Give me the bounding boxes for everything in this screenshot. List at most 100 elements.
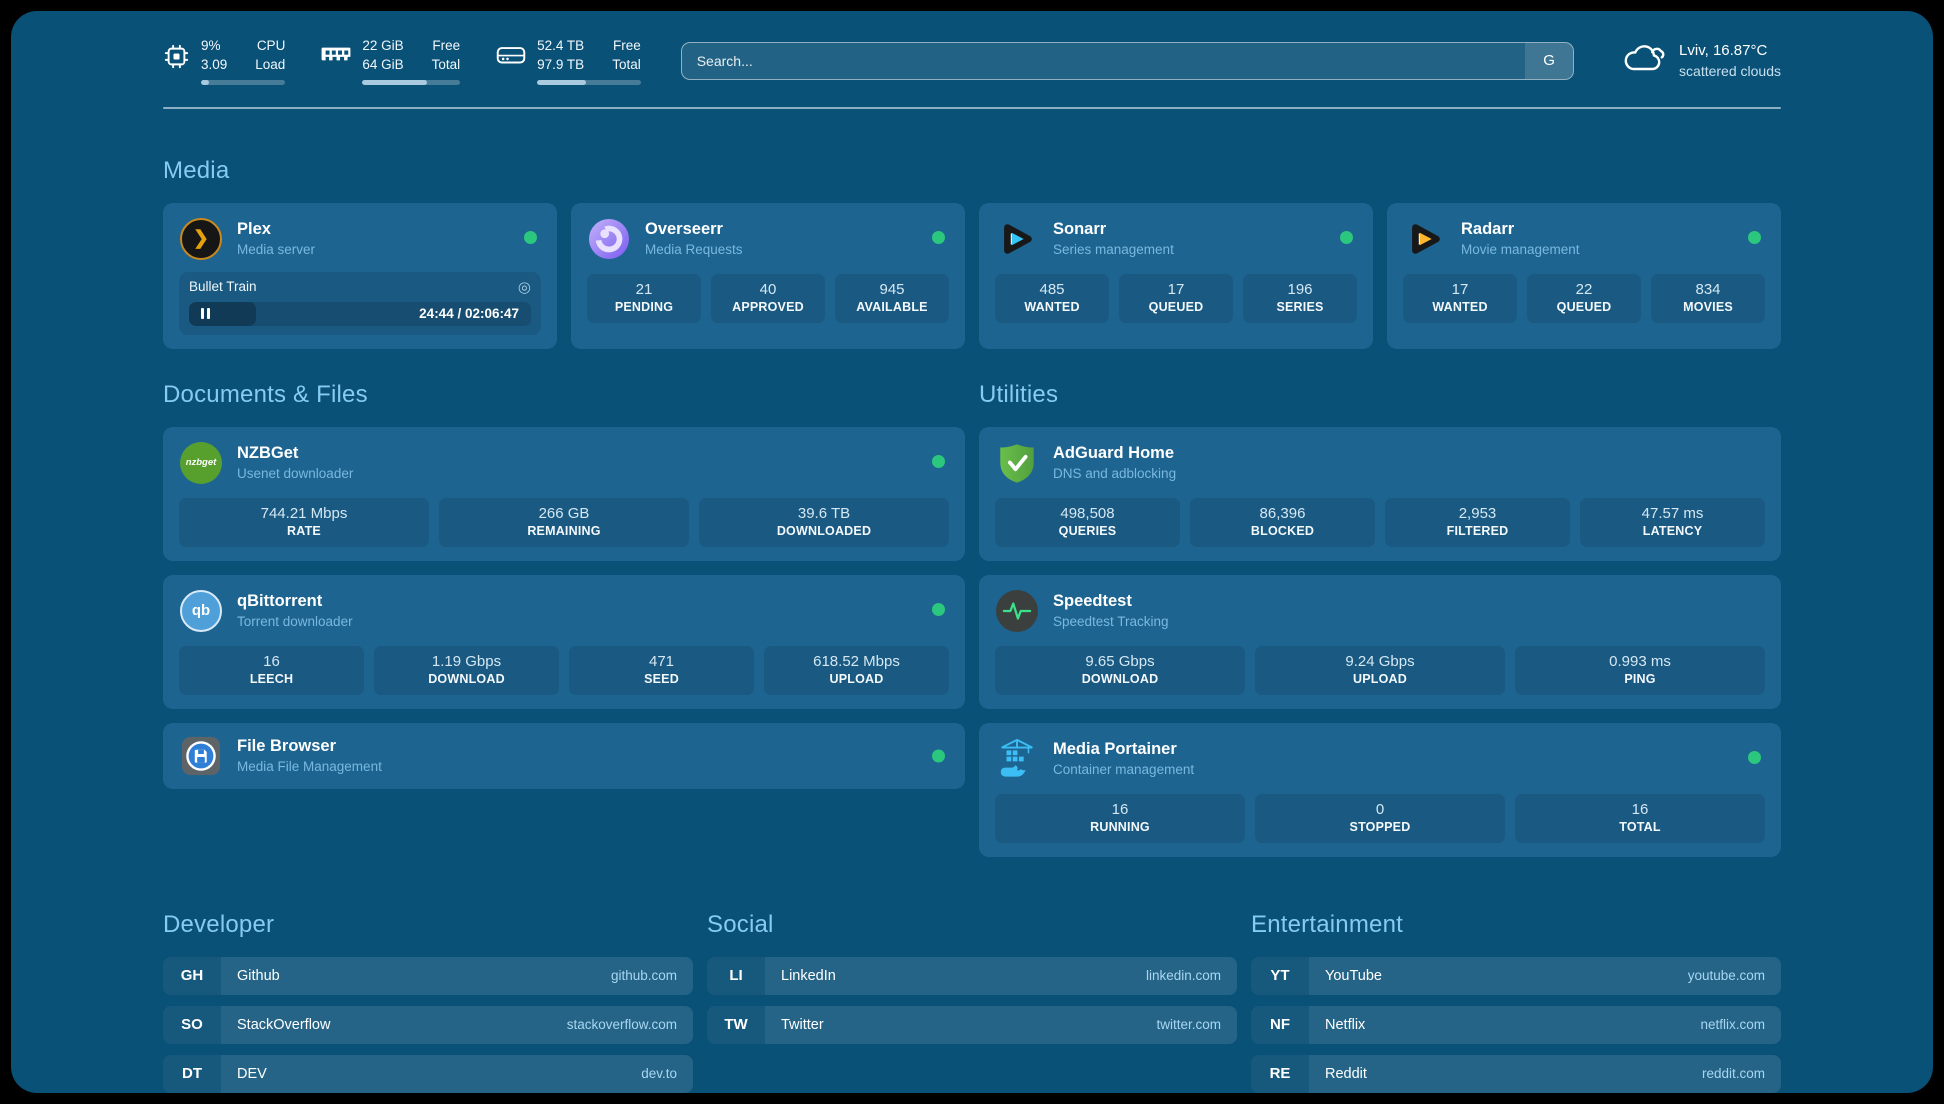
status-dot <box>1748 231 1761 244</box>
stat-value: 498,508 <box>999 505 1176 522</box>
qbittorrent-card[interactable]: qb qBittorrent Torrent downloader 16 LEE… <box>163 575 965 709</box>
stat-box: 618.52 Mbps UPLOAD <box>764 646 949 695</box>
plex-card[interactable]: ❯ Plex Media server Bullet Train ◎ <box>163 203 557 349</box>
service-subtitle: Media server <box>237 241 315 259</box>
radarr-texts: Radarr Movie management <box>1461 219 1580 259</box>
cpu-usage-value: 9% <box>201 37 227 56</box>
status-dot <box>1748 751 1761 764</box>
stat-label: DOWNLOAD <box>378 672 555 686</box>
radarr-card[interactable]: Radarr Movie management 17 WANTED 22 QUE… <box>1387 203 1781 349</box>
speedtest-card[interactable]: Speedtest Speedtest Tracking 9.65 Gbps D… <box>979 575 1781 709</box>
bookmark-abbr: SO <box>163 1006 221 1044</box>
overseerr-icon <box>587 217 631 261</box>
bookmark-netflix[interactable]: NF Netflix netflix.com <box>1251 1006 1781 1044</box>
speedtest-icon-wrap <box>995 589 1039 633</box>
bookmark-main: Twitter twitter.com <box>765 1006 1237 1044</box>
stat-value: 39.6 TB <box>703 505 945 522</box>
service-subtitle: Media File Management <box>237 758 382 776</box>
stat-label: PENDING <box>591 300 697 314</box>
documents-cards: nzbget NZBGet Usenet downloader 744.21 M… <box>163 427 965 789</box>
qbittorrent-icon-wrap: qb <box>179 589 223 633</box>
portainer-texts: Media Portainer Container management <box>1053 739 1194 779</box>
service-title: Plex <box>237 219 315 240</box>
playback-time: 24:44 / 02:06:47 <box>419 306 519 321</box>
bookmark-abbr: NF <box>1251 1006 1309 1044</box>
memory-stat-body: 22 GiB 64 GiB Free Total <box>362 37 460 85</box>
service-subtitle: Series management <box>1053 241 1174 259</box>
stat-box: 945 AVAILABLE <box>835 274 949 323</box>
bookmark-linkedin[interactable]: LI LinkedIn linkedin.com <box>707 957 1237 995</box>
adguard-stats: 498,508 QUERIES 86,396 BLOCKED 2,953 FIL… <box>995 498 1765 547</box>
weather-widget: Lviv, 16.87°C scattered clouds <box>1622 41 1781 80</box>
stat-value: 744.21 Mbps <box>183 505 425 522</box>
bookmark-name: DEV <box>237 1066 267 1082</box>
stat-value: 1.19 Gbps <box>378 653 555 670</box>
bookmark-reddit[interactable]: RE Reddit reddit.com <box>1251 1055 1781 1093</box>
bookmark-youtube[interactable]: YT YouTube youtube.com <box>1251 957 1781 995</box>
search-engine-button[interactable]: G <box>1525 43 1573 79</box>
bookmark-stackoverflow[interactable]: SO StackOverflow stackoverflow.com <box>163 1006 693 1044</box>
sonarr-icon <box>995 217 1039 261</box>
bookmark-abbr: DT <box>163 1055 221 1093</box>
bookmark-url: linkedin.com <box>1146 968 1221 983</box>
bookmark-main: LinkedIn linkedin.com <box>765 957 1237 995</box>
pause-icon[interactable] <box>201 308 210 319</box>
qbittorrent-texts: qBittorrent Torrent downloader <box>237 591 353 631</box>
entertainment-rows: YT YouTube youtube.com NF Netflix netfli… <box>1251 957 1781 1093</box>
status-dot <box>932 603 945 616</box>
stat-label: RATE <box>183 524 425 538</box>
speedtest-card-head: Speedtest Speedtest Tracking <box>995 589 1765 633</box>
stat-box: 39.6 TB DOWNLOADED <box>699 498 949 547</box>
bookmark-main: Netflix netflix.com <box>1309 1006 1781 1044</box>
search-bar[interactable]: G <box>681 42 1574 80</box>
stat-label: SERIES <box>1247 300 1353 314</box>
cpu-progress-fill <box>201 80 209 85</box>
qbittorrent-card-head: qb qBittorrent Torrent downloader <box>179 589 949 633</box>
filebrowser-card[interactable]: File Browser Media File Management <box>163 723 965 789</box>
overseerr-card[interactable]: Overseerr Media Requests 21 PENDING 40 A… <box>571 203 965 349</box>
disk-free-label: Free <box>612 37 641 56</box>
stat-value: 9.24 Gbps <box>1259 653 1501 670</box>
bookmark-main: DEV dev.to <box>221 1055 693 1093</box>
stat-value: 17 <box>1407 281 1513 298</box>
speedtest-icon <box>996 590 1038 632</box>
stat-box: 744.21 Mbps RATE <box>179 498 429 547</box>
media-section: Media ❯ Plex Media server Bullet Train <box>163 157 1781 349</box>
playback-progress-bar[interactable]: 24:44 / 02:06:47 <box>189 302 531 326</box>
stat-label: APPROVED <box>715 300 821 314</box>
top-bar: 9% 3.09 CPU Load <box>163 37 1781 85</box>
stat-value: 86,396 <box>1194 505 1371 522</box>
disk-total-value: 97.9 TB <box>537 56 584 75</box>
filebrowser-icon <box>179 734 223 778</box>
stat-box: 21 PENDING <box>587 274 701 323</box>
nzbget-card[interactable]: nzbget NZBGet Usenet downloader 744.21 M… <box>163 427 965 561</box>
bookmark-twitter[interactable]: TW Twitter twitter.com <box>707 1006 1237 1044</box>
sonarr-card[interactable]: Sonarr Series management 485 WANTED 17 Q… <box>979 203 1373 349</box>
bookmark-abbr: YT <box>1251 957 1309 995</box>
documents-section-title: Documents & Files <box>163 381 965 409</box>
developer-rows: GH Github github.com SO StackOverflow st… <box>163 957 693 1093</box>
filebrowser-card-head: File Browser Media File Management <box>179 734 949 778</box>
stat-label: WANTED <box>1407 300 1513 314</box>
nzbget-card-head: nzbget NZBGet Usenet downloader <box>179 441 949 485</box>
media-grid: ❯ Plex Media server Bullet Train ◎ <box>163 203 1781 349</box>
stat-value: 0 <box>1259 801 1501 818</box>
service-title: Media Portainer <box>1053 739 1194 760</box>
bookmark-url: twitter.com <box>1156 1017 1221 1032</box>
radarr-stats: 17 WANTED 22 QUEUED 834 MOVIES <box>1403 274 1765 323</box>
now-playing-title: Bullet Train <box>189 279 257 294</box>
stat-value: 9.65 Gbps <box>999 653 1241 670</box>
weather-condition: scattered clouds <box>1679 62 1781 81</box>
stat-box: 1.19 Gbps DOWNLOAD <box>374 646 559 695</box>
portainer-card[interactable]: Media Portainer Container management 16 … <box>979 723 1781 857</box>
adguard-card[interactable]: AdGuard Home DNS and adblocking 498,508 … <box>979 427 1781 561</box>
bookmark-main: StackOverflow stackoverflow.com <box>221 1006 693 1044</box>
stat-box: 2,953 FILTERED <box>1385 498 1570 547</box>
filebrowser-texts: File Browser Media File Management <box>237 736 382 776</box>
disk-progress-bar <box>537 80 641 85</box>
search-input[interactable] <box>682 43 1525 79</box>
bookmark-dev[interactable]: DT DEV dev.to <box>163 1055 693 1093</box>
bookmark-github[interactable]: GH Github github.com <box>163 957 693 995</box>
session-settings-icon[interactable]: ◎ <box>518 278 531 296</box>
stat-value: 17 <box>1123 281 1229 298</box>
